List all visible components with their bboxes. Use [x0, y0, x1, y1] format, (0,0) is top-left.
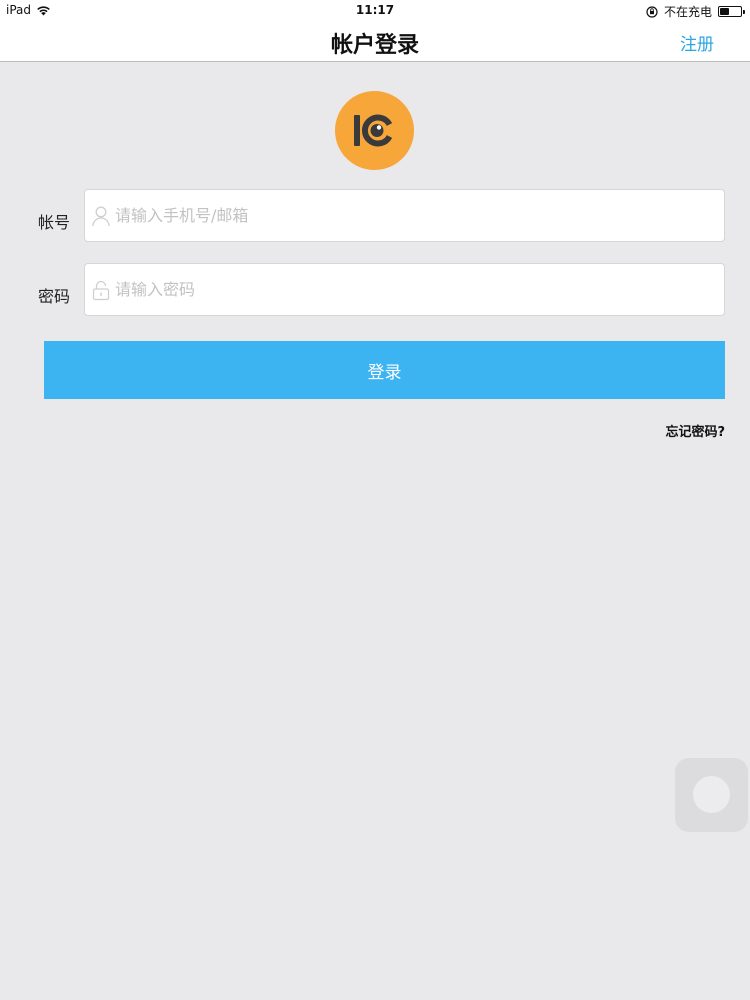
account-field[interactable] [84, 189, 725, 242]
password-field[interactable] [84, 263, 725, 316]
password-label: 密码 [38, 287, 71, 306]
status-bar-right: 不在充电 [646, 3, 745, 20]
page-title: 帐户登录 [330, 33, 419, 58]
status-time: 11:17 [355, 3, 395, 17]
camera-logo-icon [354, 114, 393, 147]
lock-icon [92, 280, 110, 300]
user-icon [92, 206, 110, 226]
register-button[interactable]: 注册 [680, 30, 714, 55]
account-label: 帐号 [38, 213, 71, 232]
assistive-touch-button[interactable] [675, 758, 748, 832]
assistive-touch-dot [693, 776, 730, 813]
battery-level [720, 8, 729, 15]
login-button[interactable]: 登录 [44, 341, 725, 399]
nav-bar: 帐户登录 注册 [0, 20, 750, 62]
battery-icon [718, 6, 745, 17]
forgot-password-link[interactable]: 忘记密码? [665, 421, 725, 440]
account-input[interactable] [115, 190, 724, 241]
app-logo [335, 91, 414, 170]
charging-status: 不在充电 [663, 5, 712, 19]
orientation-lock-icon [646, 5, 658, 18]
password-input[interactable] [115, 264, 724, 315]
status-bar: iPad 11:17 不在充电 [0, 0, 750, 20]
